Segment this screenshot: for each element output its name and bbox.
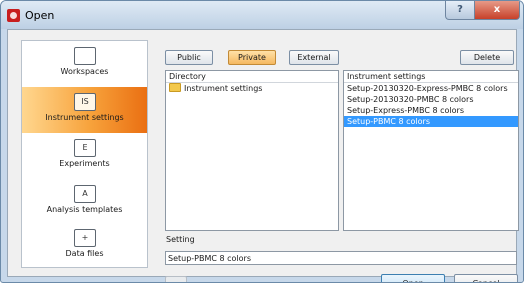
public-button[interactable]: Public <box>165 50 213 65</box>
sidebar-item-label: Workspaces <box>60 67 109 76</box>
data-files-icon: + <box>74 229 96 247</box>
help-button[interactable]: ? <box>445 1 475 20</box>
directory-panel: Directory Instrument settings <box>165 70 339 231</box>
window-title: Open <box>25 9 55 22</box>
directory-item-label: Instrument settings <box>184 84 263 93</box>
cancel-button[interactable]: Cancel <box>454 274 518 282</box>
app-icon <box>7 9 20 22</box>
list-item[interactable]: Setup-20130320-PMBC 8 colors <box>344 94 518 105</box>
list-item[interactable]: Setup-20130320-Express-PMBC 8 colors <box>344 83 518 94</box>
instrument-settings-header: Instrument settings <box>344 71 518 83</box>
delete-button[interactable]: Delete <box>460 50 514 65</box>
setting-label: Setting <box>166 235 195 244</box>
directory-header: Directory <box>166 71 338 83</box>
dialog-body: Workspaces IS Instrument settings E Expe… <box>7 29 519 282</box>
sidebar-item-label: Experiments <box>59 159 110 168</box>
sidebar-item-data-files[interactable]: + Data files <box>22 223 147 269</box>
list-item[interactable]: Setup-Express-PMBC 8 colors <box>344 105 518 116</box>
close-button[interactable]: x <box>474 1 520 20</box>
open-dialog: Open ? x Workspaces IS Instrument settin… <box>0 0 524 283</box>
private-button[interactable]: Private <box>228 50 276 65</box>
list-item-selected[interactable]: Setup-PBMC 8 colors <box>344 116 518 127</box>
experiments-icon: E <box>74 139 96 157</box>
instrument-settings-panel: Instrument settings Setup-20130320-Expre… <box>343 70 519 231</box>
analysis-templates-icon: A <box>74 185 96 203</box>
folder-icon <box>169 83 181 92</box>
sidebar-item-experiments[interactable]: E Experiments <box>22 133 147 179</box>
folder-icon <box>74 47 96 65</box>
sidebar-item-workspaces[interactable]: Workspaces <box>22 41 147 87</box>
sidebar-item-label: Instrument settings <box>45 113 124 122</box>
sidebar: Workspaces IS Instrument settings E Expe… <box>21 40 148 268</box>
directory-item[interactable]: Instrument settings <box>166 83 338 94</box>
sidebar-item-label: Data files <box>65 249 104 258</box>
sidebar-item-analysis-templates[interactable]: A Analysis templates <box>22 179 147 225</box>
external-button[interactable]: External <box>289 50 339 65</box>
sidebar-item-label: Analysis templates <box>46 205 123 214</box>
browse-button[interactable]: ... <box>165 276 187 282</box>
open-button[interactable]: Open <box>381 274 445 282</box>
title-bar: Open ? x <box>1 1 523 29</box>
instrument-settings-icon: IS <box>74 93 96 111</box>
sidebar-item-instrument-settings[interactable]: IS Instrument settings <box>22 87 147 133</box>
setting-input[interactable]: Setup-PBMC 8 colors <box>165 251 517 265</box>
